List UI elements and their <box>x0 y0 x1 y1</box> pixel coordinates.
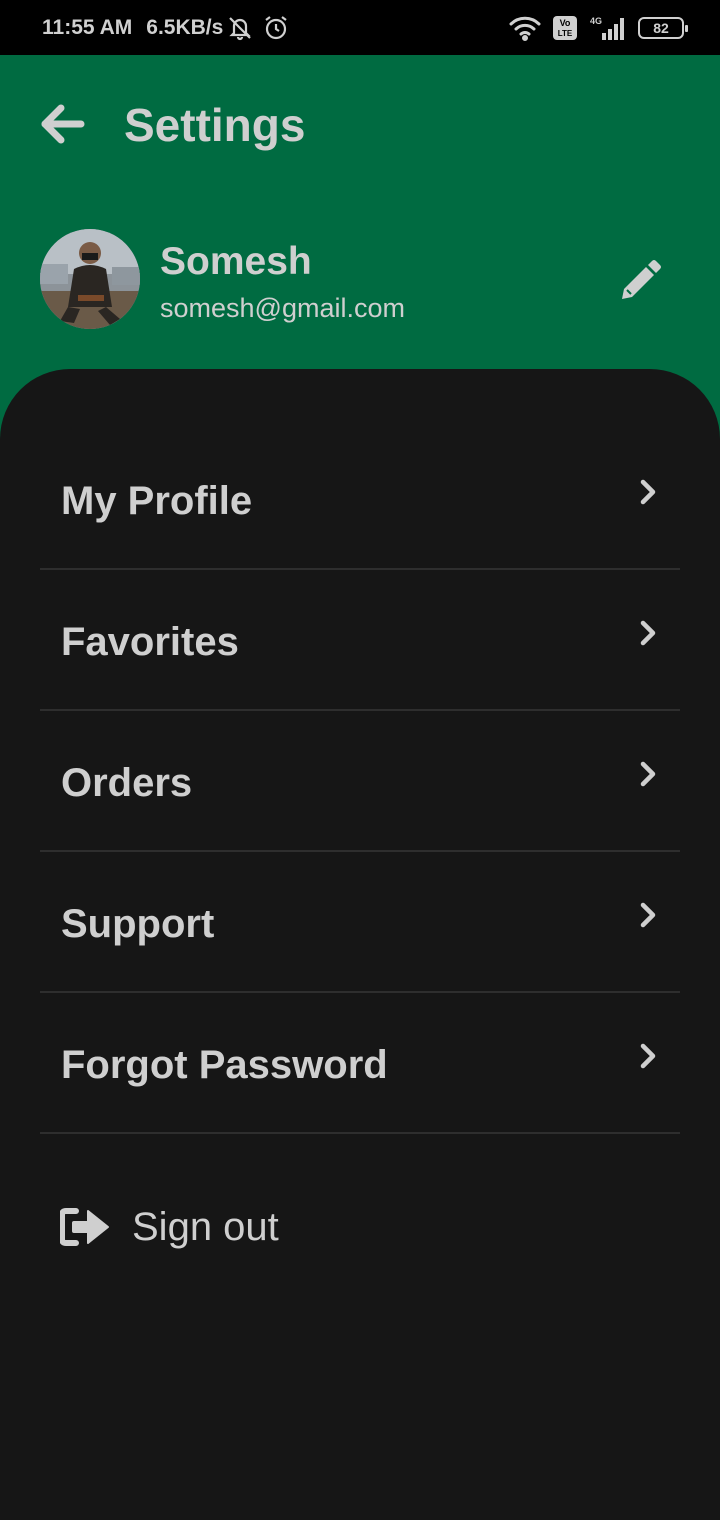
settings-menu: My Profile Favorites Orders Support Forg… <box>40 429 680 1134</box>
back-button[interactable] <box>38 99 88 149</box>
alarm-icon <box>263 15 289 41</box>
volte-icon: Vo LTE <box>552 15 578 41</box>
notifications-off-icon <box>227 15 253 41</box>
menu-item-label: My Profile <box>61 479 253 523</box>
svg-text:4G: 4G <box>590 16 602 26</box>
chevron-right-icon <box>640 1043 656 1069</box>
edit-profile-button[interactable] <box>614 255 666 307</box>
menu-item-label: Favorites <box>61 620 239 664</box>
pencil-icon <box>622 260 661 299</box>
chevron-right-icon <box>640 620 656 646</box>
chevron-right-icon <box>640 761 656 787</box>
menu-item-support[interactable]: Support <box>40 852 680 993</box>
settings-screen: 11:55 AM 6.5KB/s Vo LTE 4G 82 Settings S… <box>0 0 720 1520</box>
status-bar-left: 11:55 AM 6.5KB/s <box>42 15 289 41</box>
menu-item-my-profile[interactable]: My Profile <box>40 429 680 570</box>
user-email: somesh@gmail.com <box>160 293 405 323</box>
network-speed: 6.5KB/s <box>146 15 224 39</box>
menu-item-forgot-password[interactable]: Forgot Password <box>40 993 680 1134</box>
battery-icon: 82 <box>638 16 688 39</box>
status-bar: 11:55 AM 6.5KB/s Vo LTE 4G 82 <box>0 0 720 55</box>
chevron-right-icon <box>640 479 656 505</box>
arrow-left-icon <box>41 104 85 144</box>
menu-item-favorites[interactable]: Favorites <box>40 570 680 711</box>
wifi-icon <box>508 15 542 41</box>
sign-out-button[interactable]: Sign out <box>60 1199 279 1255</box>
menu-item-orders[interactable]: Orders <box>40 711 680 852</box>
menu-item-label: Support <box>61 902 215 946</box>
sign-out-label: Sign out <box>132 1205 279 1249</box>
menu-item-label: Forgot Password <box>61 1043 388 1087</box>
chevron-right-icon <box>640 902 656 928</box>
page-title: Settings <box>124 99 306 151</box>
settings-panel: My Profile Favorites Orders Support Forg… <box>0 369 720 1520</box>
menu-item-label: Orders <box>61 761 193 805</box>
signal-4g-icon: 4G <box>588 15 628 41</box>
sign-out-icon <box>60 1208 109 1246</box>
user-name: Somesh <box>160 240 312 283</box>
status-bar-right: Vo LTE 4G 82 <box>508 15 688 41</box>
svg-text:LTE: LTE <box>558 29 573 38</box>
status-time: 11:55 AM <box>42 15 133 39</box>
svg-text:Vo: Vo <box>560 18 571 28</box>
avatar[interactable] <box>40 229 140 329</box>
battery-level: 82 <box>653 19 669 36</box>
